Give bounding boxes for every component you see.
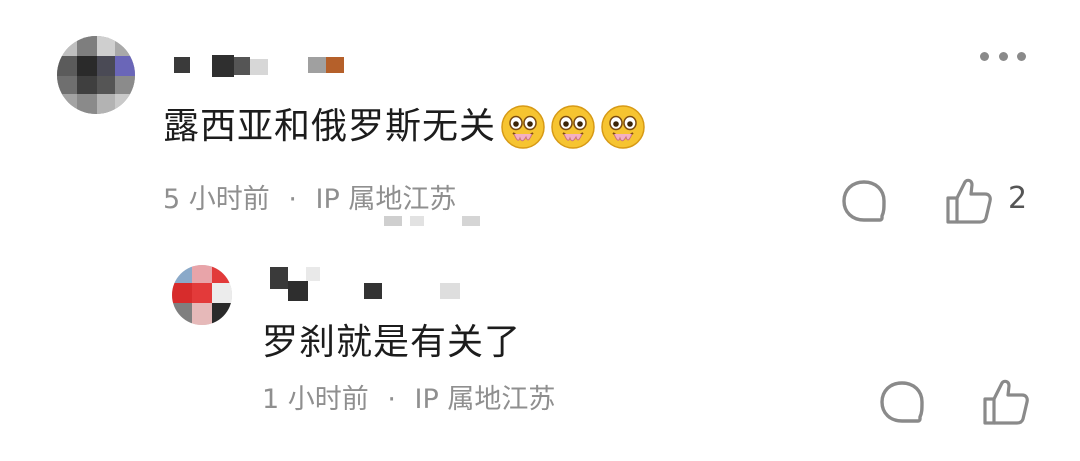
comment-content: 罗刹就是有关了 (262, 322, 522, 363)
drooling-face-emoji (500, 104, 546, 150)
thumbs-up-icon[interactable] (980, 377, 1030, 427)
more-dot (998, 51, 1008, 61)
comment-bubble-icon[interactable] (840, 178, 888, 226)
mosaic-patch (384, 216, 480, 226)
comment-item: 露西亚和俄罗斯无关 5 小时前 · IP 属地江苏 2 (0, 0, 1080, 245)
username-mosaic[interactable] (268, 267, 468, 303)
drooling-face-emoji (600, 104, 646, 150)
thumbs-up-icon[interactable] (943, 176, 993, 226)
more-options-button[interactable] (976, 42, 1030, 70)
like-count: 2 (1008, 181, 1028, 216)
pixelated-avatar-image (57, 36, 135, 114)
comment-meta: 1 小时前 · IP 属地江苏 (262, 386, 555, 413)
meta-separator: · (387, 384, 396, 415)
reply-item: 罗刹就是有关了 1 小时前 · IP 属地江苏 (0, 245, 1080, 461)
more-dot (980, 51, 989, 61)
pixelated-avatar-image (172, 265, 232, 325)
avatar[interactable] (57, 36, 135, 114)
meta-separator: · (288, 184, 297, 215)
drooling-face-emoji (550, 104, 596, 150)
comment-content: 露西亚和俄罗斯无关 (163, 104, 646, 150)
ip-location: IP 属地江苏 (315, 184, 457, 215)
ip-location: IP 属地江苏 (414, 384, 556, 415)
comment-time: 1 小时前 (262, 384, 369, 415)
comment-time: 5 小时前 (163, 184, 270, 215)
comment-bubble-icon[interactable] (878, 379, 926, 427)
more-dot (1017, 51, 1026, 61)
username-mosaic[interactable] (172, 53, 352, 79)
comment-meta: 5 小时前 · IP 属地江苏 (163, 186, 456, 213)
comment-text: 露西亚和俄罗斯无关 (163, 106, 497, 147)
avatar[interactable] (172, 265, 232, 325)
